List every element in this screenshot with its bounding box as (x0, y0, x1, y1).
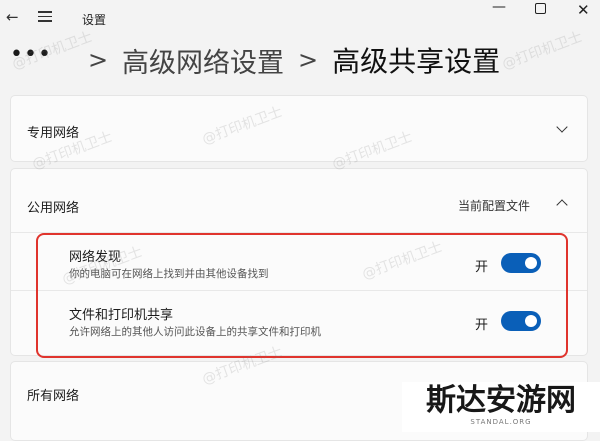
section-title: 专用网络 (27, 126, 80, 141)
minimize-icon[interactable]: — (492, 0, 506, 15)
highlight-box (36, 233, 568, 358)
window-title: 设置 (82, 13, 107, 27)
breadcrumb-parent-link[interactable]: 高级网络设置 (122, 41, 284, 80)
breadcrumb: ••• > 高级网络设置 > 高级共享设置 (10, 40, 500, 80)
current-profile-label: 当前配置文件 (458, 199, 531, 213)
title-bar: ← 设置 — ✕ (0, 0, 600, 38)
breadcrumb-separator-icon: > (298, 46, 319, 74)
chevron-down-icon[interactable] (556, 121, 568, 133)
maximize-icon[interactable] (535, 3, 546, 14)
site-logo: 斯达安游网 STANDAL.ORG (402, 382, 600, 432)
logo-text: 斯达安游网 (426, 383, 576, 418)
breadcrumb-overflow-button[interactable]: ••• (10, 42, 52, 67)
hamburger-menu-icon[interactable] (38, 8, 52, 25)
breadcrumb-separator-icon: > (87, 46, 109, 74)
private-network-section[interactable]: 专用网络 (10, 95, 588, 162)
section-title: 公用网络 (27, 201, 80, 216)
logo-subtext: STANDAL.ORG (470, 418, 532, 426)
close-icon[interactable]: ✕ (577, 1, 590, 19)
back-arrow-icon[interactable]: ← (6, 8, 19, 26)
page-title: 高级共享设置 (332, 45, 501, 78)
section-title: 所有网络 (27, 389, 80, 404)
chevron-up-icon[interactable] (556, 199, 568, 211)
